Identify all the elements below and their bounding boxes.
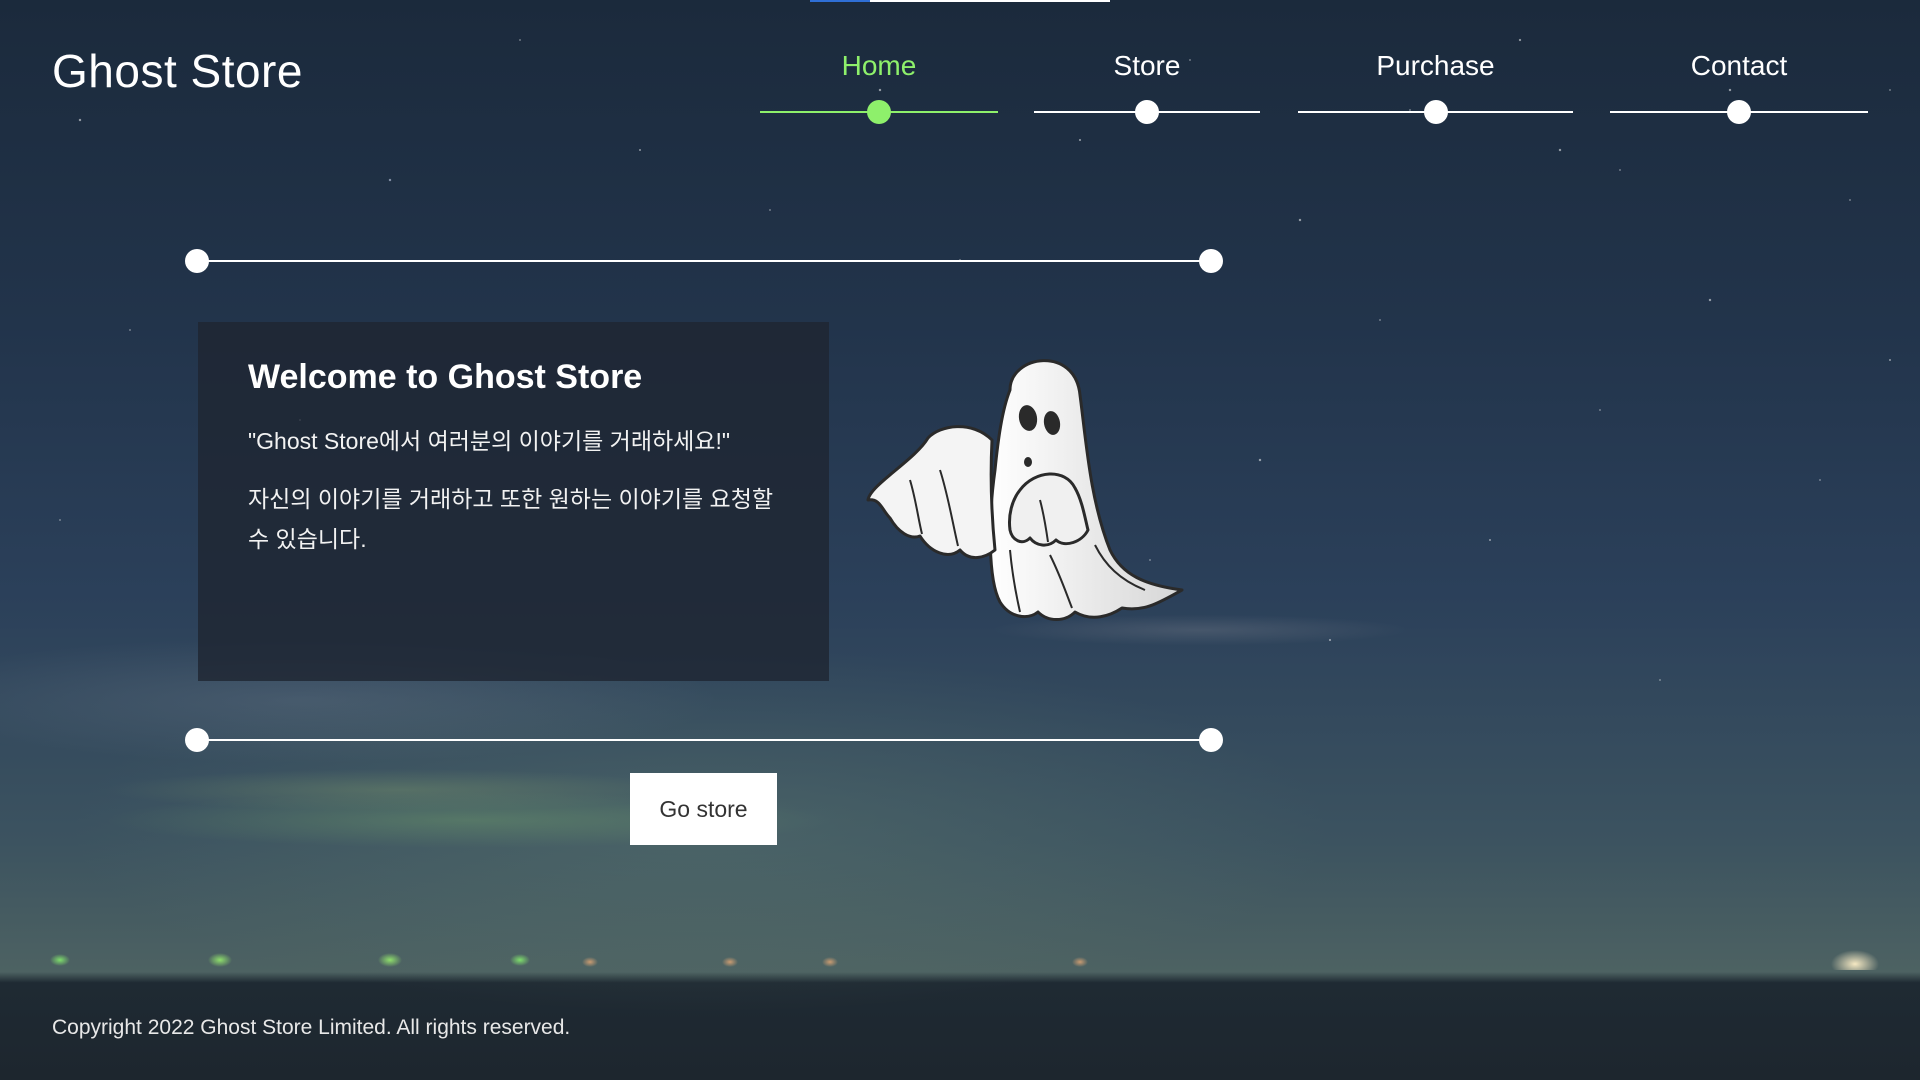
nav-item-store[interactable]: Store: [1034, 50, 1260, 124]
ghost-illustration: [866, 359, 1184, 621]
bottom-divider: [185, 728, 1223, 752]
dot-icon: [1199, 728, 1223, 752]
nav-item-label: Home: [841, 50, 917, 81]
dot-icon: [185, 249, 209, 273]
dot-icon: [1423, 100, 1448, 124]
divider-line: [197, 260, 1211, 262]
nav-item-label: Contact: [1690, 50, 1788, 81]
footer-copyright: Copyright 2022 Ghost Store Limited. All …: [52, 1016, 571, 1039]
welcome-tagline: "Ghost Store에서 여러분의 이야기를 거래하세요!": [248, 428, 731, 454]
dot-icon: [1135, 100, 1159, 124]
nav-item-purchase[interactable]: Purchase: [1298, 50, 1573, 124]
dot-icon: [1199, 249, 1223, 273]
horizon-lights: [0, 940, 1920, 970]
nav-item-label: Store: [1113, 50, 1181, 81]
main-nav: Home Store Purchase Contact: [0, 0, 1920, 130]
nav-item-home[interactable]: Home: [760, 50, 998, 124]
dot-icon: [867, 100, 891, 124]
divider-line: [197, 739, 1211, 741]
dot-icon: [1727, 100, 1751, 124]
welcome-title: Welcome to Ghost Store: [248, 358, 643, 396]
go-store-button[interactable]: Go store: [630, 773, 777, 845]
welcome-card: Welcome to Ghost Store "Ghost Store에서 여러…: [198, 322, 829, 681]
nav-item-label: Purchase: [1376, 50, 1495, 81]
dot-icon: [185, 728, 209, 752]
welcome-description: 자신의 이야기를 거래하고 또한 원하는 이야기를 요청할 수 있습니다.: [248, 486, 774, 552]
top-divider: [185, 249, 1223, 273]
nav-item-contact[interactable]: Contact: [1610, 50, 1868, 124]
